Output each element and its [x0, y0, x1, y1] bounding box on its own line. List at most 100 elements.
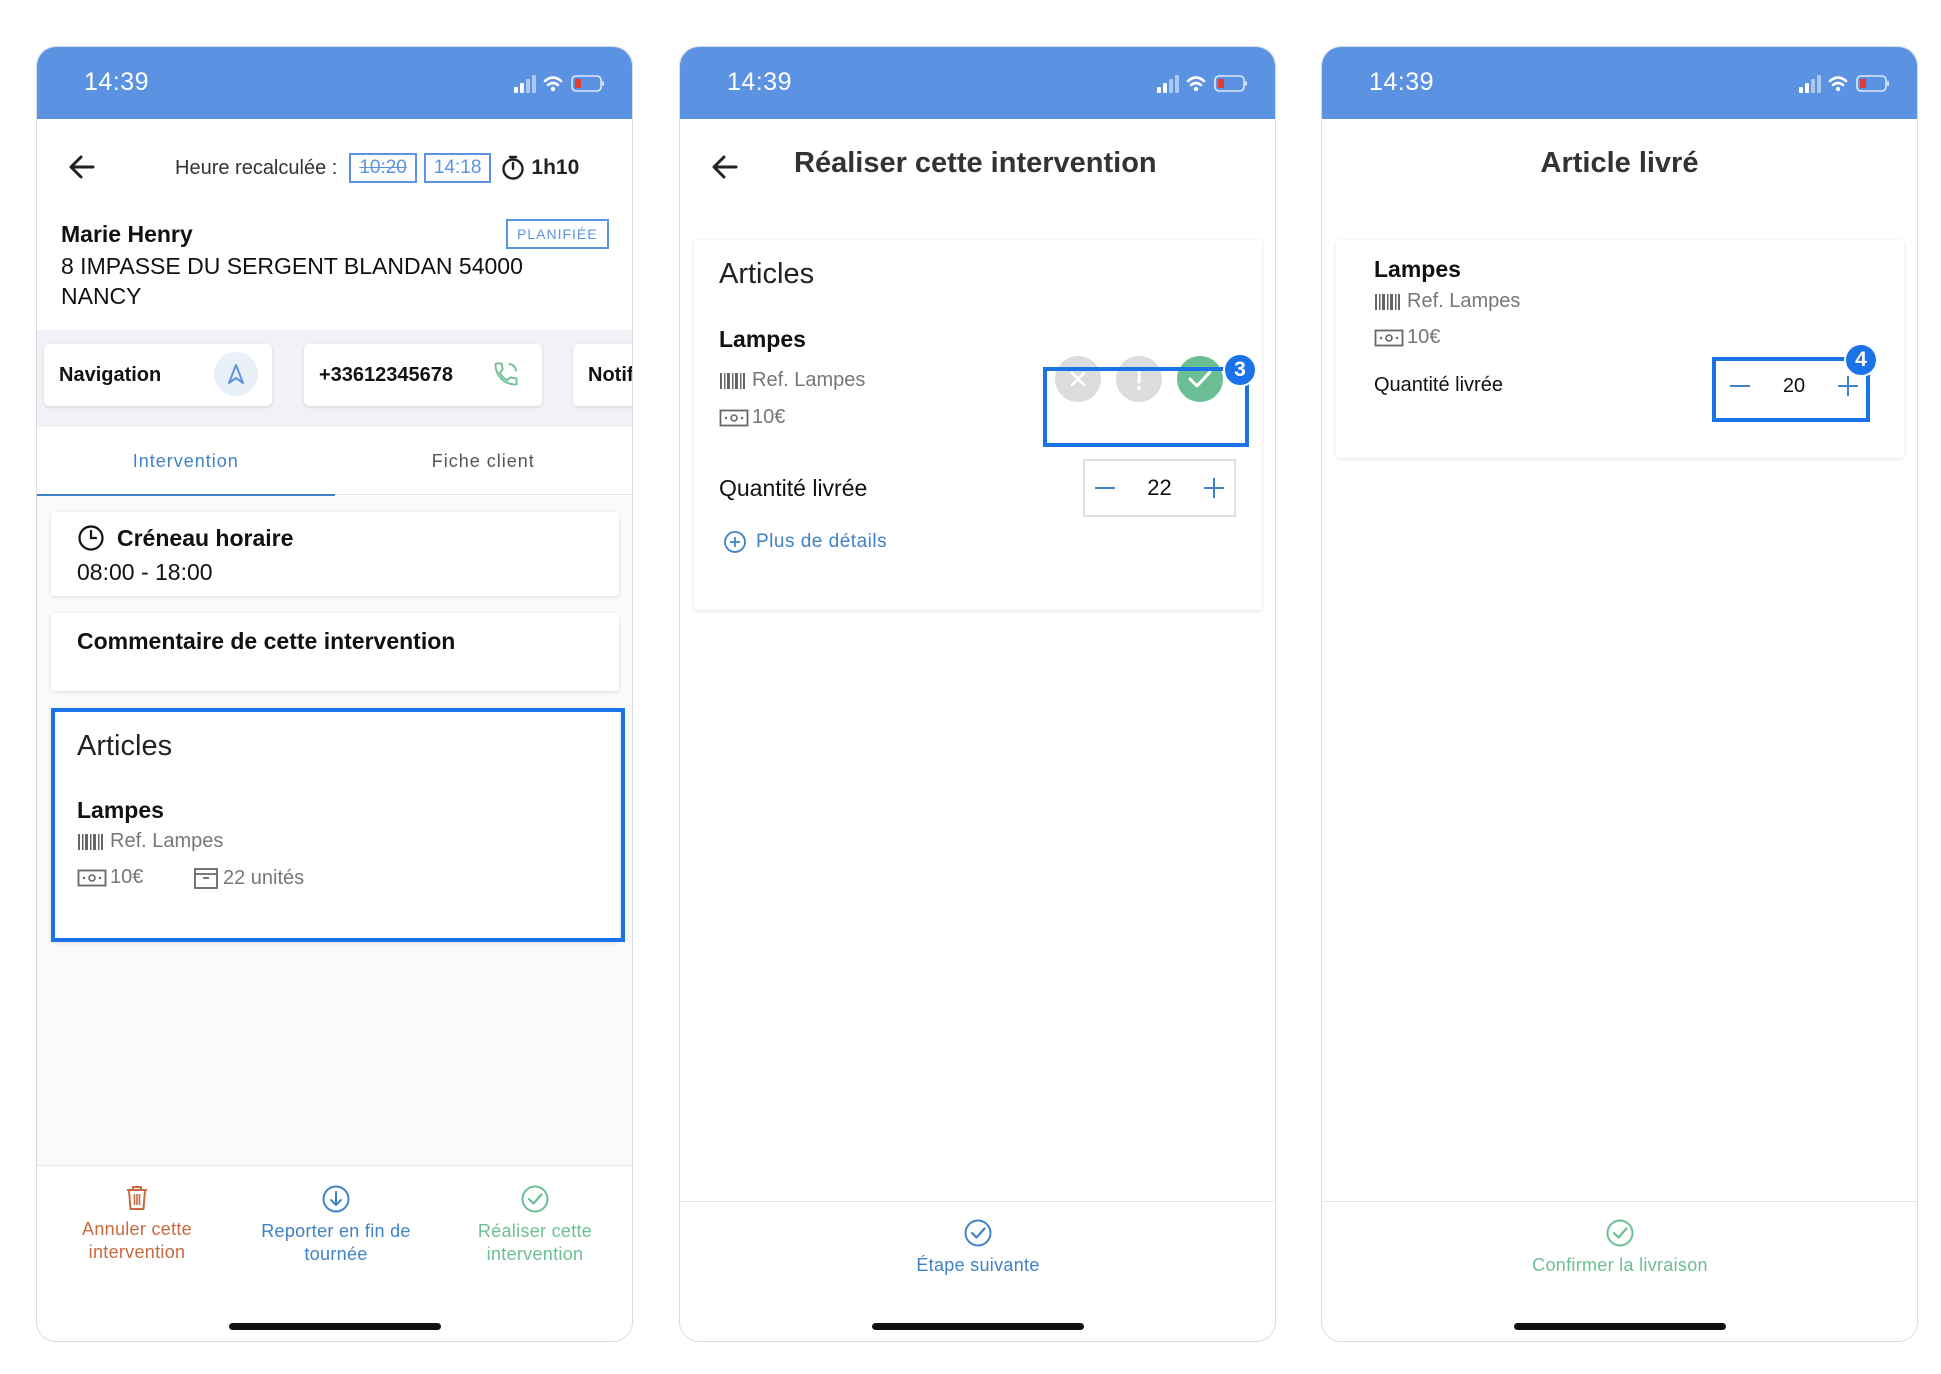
article-ref: Ref. Lampes: [1374, 290, 1520, 313]
check-circle-icon: [964, 1219, 992, 1247]
recalc-label: Heure recalculée :: [175, 156, 338, 179]
article-ref: Ref. Lampes: [719, 369, 865, 392]
quantity-label: Quantité livrée: [719, 475, 868, 501]
battery-icon: [571, 75, 604, 92]
minus-icon: [1095, 487, 1115, 489]
article-card: Lampes Ref. Lampes 10€ Quantité livrée 2…: [1336, 240, 1904, 458]
page-title: Réaliser cette intervention: [794, 147, 1157, 179]
bottom-action-bar: Annuler cette intervention Reporter en f…: [37, 1165, 632, 1341]
wifi-icon: [1828, 76, 1848, 87]
status-buttons-highlight: [1043, 367, 1249, 447]
article-name: Lampes: [719, 326, 806, 352]
quantity-value[interactable]: 22: [1147, 475, 1171, 501]
status-bar: 14:39: [1322, 47, 1917, 119]
bottom-action-bar: Confirmer la livraison: [1322, 1201, 1917, 1341]
wifi-icon: [543, 76, 563, 87]
home-indicator: [871, 1323, 1084, 1330]
duration-value: 1h10: [531, 156, 580, 179]
navigation-button[interactable]: Navigation: [44, 344, 272, 406]
next-step-label: Étape suivante: [916, 1255, 1040, 1275]
plus-icon: [1203, 478, 1224, 498]
wifi-icon: [1186, 76, 1206, 87]
time-slot-value: 08:00 - 18:00: [77, 559, 213, 585]
notification-button[interactable]: Notif: [573, 344, 633, 406]
tab-bar: Intervention Fiche client: [37, 427, 633, 497]
check-circle-icon: [521, 1185, 549, 1213]
banknote-icon: [1374, 329, 1404, 346]
status-badge: PLANIFIÉE: [506, 219, 609, 249]
phone-call-button[interactable]: +33612345678: [304, 344, 542, 406]
postpone-button[interactable]: Reporter en fin de tournée: [249, 1184, 423, 1266]
signal-icon: [1157, 75, 1179, 93]
comment-card[interactable]: Commentaire de cette intervention: [51, 613, 619, 691]
phone-screen-realize-intervention: 14:39 Réaliser cette intervention Articl…: [679, 46, 1276, 1342]
more-details-link[interactable]: Plus de détails: [723, 530, 887, 554]
barcode-icon: [1375, 293, 1400, 310]
articles-title: Articles: [719, 258, 815, 290]
client-address: 8 IMPASSE DU SERGENT BLANDAN 54000 NANCY: [61, 253, 523, 309]
status-icons: [1799, 73, 1891, 100]
phone-screen-intervention-detail: 14:39 Heure recalculée : 10:20 14:18 1h1…: [36, 46, 633, 1342]
home-indicator: [228, 1323, 441, 1330]
cancel-label: Annuler cette intervention: [82, 1219, 192, 1262]
back-arrow-icon[interactable]: [63, 147, 103, 187]
comment-title: Commentaire de cette intervention: [77, 628, 456, 654]
tab-intervention[interactable]: Intervention: [37, 427, 335, 497]
status-icons: [1157, 73, 1249, 100]
status-time: 14:39: [84, 68, 150, 96]
time-slot-title: Créneau horaire: [117, 524, 294, 551]
next-step-button[interactable]: Étape suivante: [878, 1218, 1078, 1277]
notification-label: Notif: [588, 363, 633, 386]
cancel-intervention-button[interactable]: Annuler cette intervention: [57, 1184, 217, 1264]
tab-client-sheet-label: Fiche client: [431, 450, 535, 471]
increment-button[interactable]: [1194, 461, 1234, 515]
phone-number: +33612345678: [319, 363, 454, 386]
decrement-button[interactable]: [1085, 461, 1125, 515]
battery-icon: [1856, 75, 1889, 92]
battery-icon: [1214, 75, 1247, 92]
duration: 1h10: [501, 155, 579, 181]
status-time: 14:39: [1369, 68, 1435, 96]
realize-label: Réaliser cette intervention: [477, 1221, 593, 1264]
confirm-delivery-label: Confirmer la livraison: [1532, 1255, 1708, 1275]
navigation-label: Navigation: [59, 363, 162, 386]
postpone-label: Reporter en fin de tournée: [261, 1221, 411, 1264]
article-name: Lampes: [1374, 256, 1461, 282]
status-icons: [514, 73, 606, 100]
banknote-icon: [719, 409, 749, 426]
article-ref-text: Ref. Lampes: [1407, 290, 1521, 312]
page-title: Article livré: [1540, 147, 1699, 179]
signal-icon: [1799, 75, 1821, 93]
client-name: Marie Henry: [61, 221, 193, 247]
stopwatch-icon: [502, 155, 525, 180]
navigation-arrow-icon: [214, 352, 258, 396]
home-indicator: [1513, 1323, 1726, 1330]
article-price: 10€: [719, 406, 785, 429]
clock-icon: [78, 525, 104, 551]
article-price-text: 10€: [1407, 326, 1441, 348]
quantity-label: Quantité livrée: [1374, 374, 1503, 396]
articles-highlight: [51, 708, 625, 942]
more-details-label: Plus de détails: [756, 531, 888, 552]
step-badge: 3: [1223, 353, 1257, 387]
new-time: 14:18: [423, 153, 492, 183]
confirm-delivery-button[interactable]: Confirmer la livraison: [1500, 1218, 1740, 1277]
phone-screen-article-delivered: 14:39 Article livré Lampes Ref. Lampes 1…: [1321, 46, 1918, 1342]
bottom-action-bar: Étape suivante: [680, 1201, 1275, 1341]
status-bar: 14:39: [37, 47, 632, 119]
quantity-stepper: 22: [1083, 459, 1236, 517]
check-circle-icon: [1606, 1219, 1634, 1247]
original-time: 10:20: [349, 153, 417, 183]
article-ref-text: Ref. Lampes: [752, 369, 866, 391]
quick-actions: Navigation +33612345678 Notif: [37, 330, 632, 427]
plus-circle-icon: [724, 531, 746, 553]
back-arrow-icon[interactable]: [706, 147, 746, 187]
realize-intervention-button[interactable]: Réaliser cette intervention: [455, 1184, 615, 1266]
phone-icon: [484, 352, 528, 396]
article-price: 10€: [1374, 326, 1440, 349]
download-circle-icon: [322, 1185, 350, 1213]
tab-client-sheet[interactable]: Fiche client: [335, 427, 633, 495]
article-price-text: 10€: [752, 406, 786, 428]
status-bar: 14:39: [680, 47, 1275, 119]
status-time: 14:39: [727, 68, 793, 96]
